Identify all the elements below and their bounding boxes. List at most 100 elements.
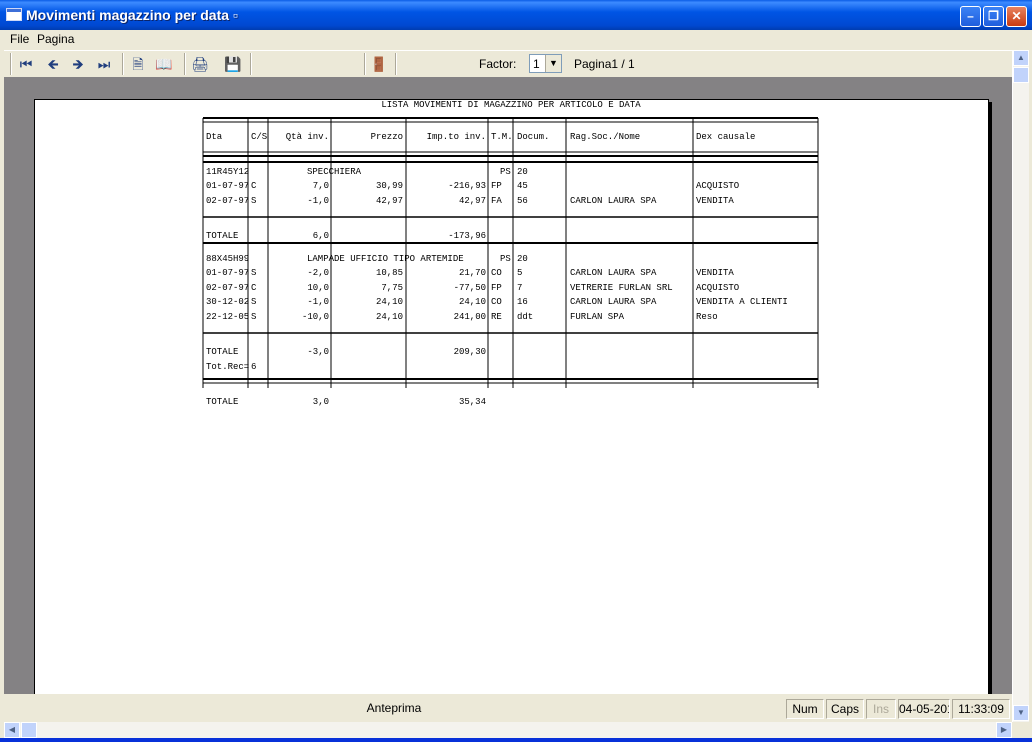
vertical-scroll-thumb[interactable] <box>1013 67 1029 83</box>
exit-door-icon[interactable]: 🚪 <box>369 54 389 74</box>
first-page-icon[interactable]: ⏮ <box>16 54 36 74</box>
grand-total-importo: 35,34 <box>458 397 486 407</box>
group-total-label: TOTALE <box>206 231 239 241</box>
chevron-down-icon[interactable]: ▼ <box>545 55 561 72</box>
article-ps-value: 20 <box>517 167 528 177</box>
window-frame-bottom <box>0 738 1032 742</box>
table-cell-prezzo: 24,10 <box>375 297 403 307</box>
horizontal-scrollbar[interactable]: ◀ ▶ <box>4 722 1012 738</box>
scroll-down-icon[interactable]: ▼ <box>1013 705 1029 721</box>
table-cell-ragsoc: CARLON LAURA SPA <box>570 297 657 307</box>
table-cell-qta: -2,0 <box>307 268 329 278</box>
table-cell-qta: 7,0 <box>312 181 329 191</box>
scroll-left-icon[interactable]: ◀ <box>4 722 20 738</box>
table-cell-causale: Reso <box>696 311 718 322</box>
table-cell-importo: -77,50 <box>453 282 486 293</box>
article-code: 88X45H99 <box>206 254 250 264</box>
table-cell-causale: ACQUISTO <box>696 282 740 293</box>
table-cell-qta: -10,0 <box>301 311 329 322</box>
table-cell-prezzo: 30,99 <box>375 181 403 191</box>
table-cell-prezzo: 10,85 <box>375 268 403 278</box>
group-total-qta: 6,0 <box>312 231 329 241</box>
restore-button[interactable]: ❐ <box>983 6 1004 27</box>
table-cell-causale: ACQUISTO <box>696 181 740 191</box>
group-total-qta: -3,0 <box>307 347 329 357</box>
menu-file[interactable]: File <box>10 32 29 46</box>
table-cell-causale: VENDITA A CLIENTI <box>696 297 788 307</box>
toolbar-separator <box>250 53 252 75</box>
vertical-scrollbar[interactable]: ▲ ▼ <box>1012 50 1029 722</box>
table-cell-dta: 30-12-02 <box>206 297 250 307</box>
table-cell-causale: VENDITA <box>696 195 734 206</box>
grand-total-label: TOTALE <box>206 397 239 407</box>
factor-value: 1 <box>533 57 540 71</box>
table-cell-dta: 02-07-97 <box>206 282 250 293</box>
table-cell-ragsoc: VETRERIE FURLAN SRL <box>570 282 673 293</box>
printer-icon[interactable]: 🖨 <box>190 54 210 74</box>
table-cell-importo: 24,10 <box>458 297 486 307</box>
table-cell-prezzo: 42,97 <box>375 195 403 206</box>
table-cell-tm: FP <box>491 282 502 293</box>
status-time: 11:33:09 <box>952 699 1010 719</box>
column-header-importo: Imp.to inv. <box>426 132 486 142</box>
next-page-icon[interactable]: 🡺 <box>68 54 88 74</box>
scroll-right-icon[interactable]: ▶ <box>996 722 1012 738</box>
grand-total-qta: 3,0 <box>312 397 329 407</box>
horizontal-scroll-thumb[interactable] <box>21 722 37 738</box>
table-cell-tm: CO <box>491 268 502 278</box>
article-ps-value: 20 <box>517 254 528 264</box>
table-cell-cs: C <box>251 282 257 293</box>
table-cell-docum: 7 <box>517 282 523 293</box>
table-cell-cs: S <box>251 268 257 278</box>
table-cell-ragsoc: CARLON LAURA SPA <box>570 195 657 206</box>
report-title: LISTA MOVIMENTI DI MAGAZZINO PER ARTICOL… <box>381 100 641 110</box>
minimize-button[interactable]: – <box>960 6 981 27</box>
last-page-icon[interactable]: ⏭ <box>94 54 114 74</box>
toolbar-separator <box>122 53 124 75</box>
toolbar-separator <box>364 53 366 75</box>
close-button[interactable]: ✕ <box>1006 6 1027 27</box>
article-code: 11R45Y12 <box>206 167 250 177</box>
toolbar-grip <box>10 53 12 75</box>
export-icon[interactable]: 💾 <box>223 54 243 74</box>
column-header-ragsoc: Rag.Soc./Nome <box>570 132 641 142</box>
group-total-label: TOTALE <box>206 347 239 357</box>
factor-select[interactable]: 1 ▼ <box>529 54 562 73</box>
table-cell-docum: ddt <box>517 311 534 322</box>
title-bar[interactable]: Movimenti magazzino per data ▫ – ❐ ✕ <box>0 0 1032 30</box>
article-ps: PS <box>500 167 511 177</box>
table-cell-tm: FA <box>491 195 502 206</box>
status-ins: Ins <box>866 699 896 719</box>
article-description: LAMPADE UFFICIO TIPO ARTEMIDE <box>307 254 464 264</box>
previous-page-icon[interactable]: 🡸 <box>43 54 63 74</box>
table-cell-cs: S <box>251 195 257 206</box>
report-page: LISTA MOVIMENTI DI MAGAZZINO PER ARTICOL… <box>34 99 989 694</box>
article-description: SPECCHIERA <box>307 167 362 177</box>
factor-label: Factor: <box>479 57 517 71</box>
status-caps: Caps <box>826 699 864 719</box>
table-cell-causale: VENDITA <box>696 268 734 278</box>
table-cell-importo: -216,93 <box>448 181 486 191</box>
window-title: Movimenti magazzino per data ▫ <box>26 7 238 23</box>
table-cell-docum: 45 <box>517 181 528 191</box>
status-date: 04-05-2016 <box>898 699 950 719</box>
table-cell-prezzo: 7,75 <box>381 282 403 293</box>
window-icon[interactable] <box>6 8 22 21</box>
column-header-cs: C/S <box>251 132 268 142</box>
preview-area[interactable]: LISTA MOVIMENTI DI MAGAZZINO PER ARTICOL… <box>4 77 1012 694</box>
table-cell-tm: CO <box>491 297 502 307</box>
status-bar: Anteprima Num Caps Ins 04-05-2016 11:33:… <box>4 698 1012 720</box>
column-header-docum: Docum. <box>517 132 550 142</box>
single-page-icon[interactable]: 🗎 <box>128 54 148 74</box>
two-pages-icon[interactable]: 📖 <box>154 54 174 74</box>
status-mode: Anteprima <box>366 701 422 715</box>
group-total-importo: 209,30 <box>453 347 486 357</box>
menu-bar: File Pagina <box>0 30 1032 49</box>
table-cell-qta: -1,0 <box>307 297 329 307</box>
table-cell-ragsoc: FURLAN SPA <box>570 311 625 322</box>
table-cell-qta: 10,0 <box>307 282 329 293</box>
menu-pagina[interactable]: Pagina <box>37 32 74 46</box>
scroll-up-icon[interactable]: ▲ <box>1013 50 1029 66</box>
table-cell-dta: 22-12-05 <box>206 311 250 322</box>
table-cell-dta: 02-07-97 <box>206 195 250 206</box>
